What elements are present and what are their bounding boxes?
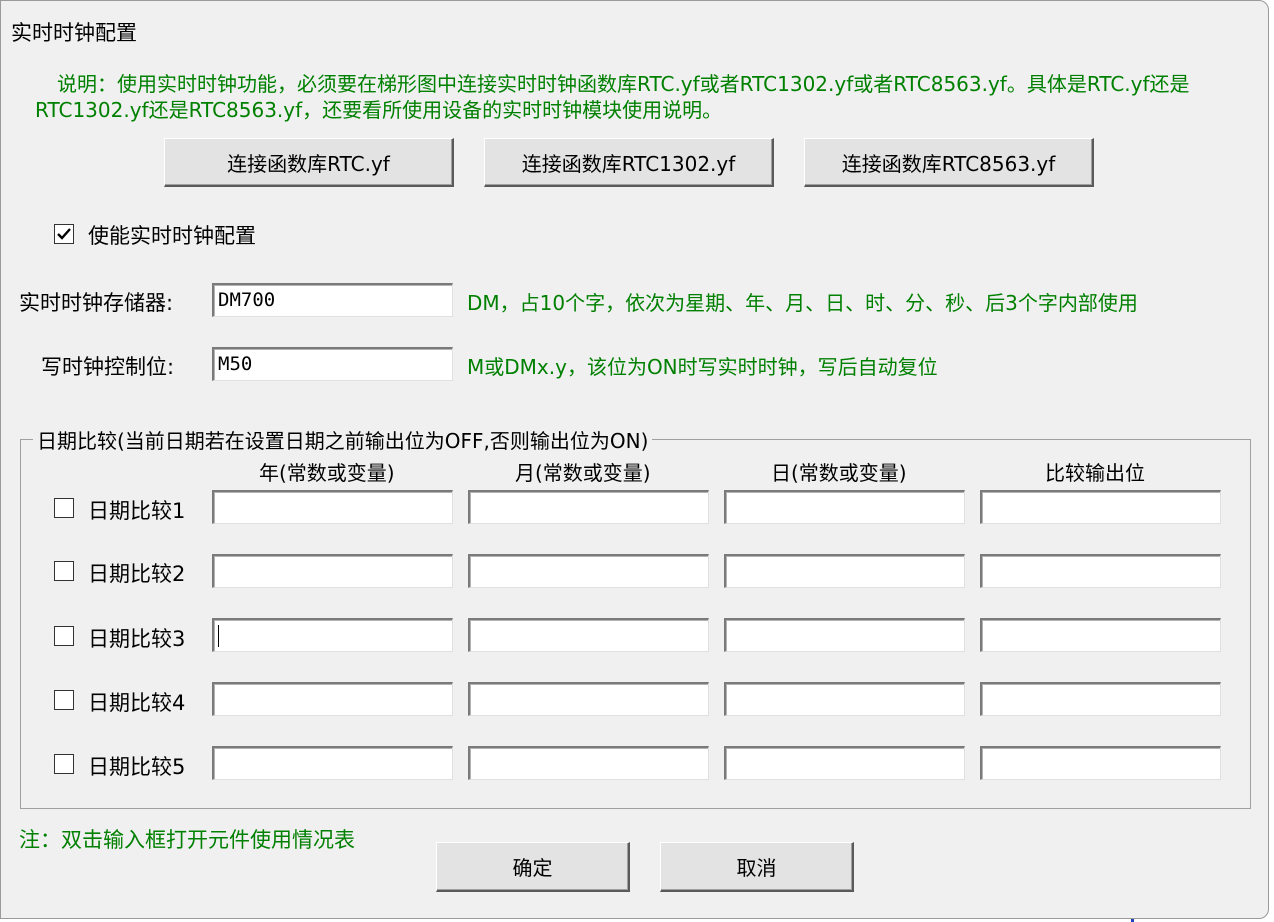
write-control-input[interactable]: M50 bbox=[212, 347, 453, 381]
cancel-button[interactable]: 取消 bbox=[660, 842, 854, 892]
date-compare-5-label: 日期比较5 bbox=[88, 755, 186, 779]
date-compare-2-checkbox[interactable] bbox=[54, 561, 74, 581]
date-compare-3-month-input[interactable] bbox=[468, 618, 709, 652]
date-compare-2-year-input[interactable] bbox=[212, 554, 453, 588]
date-compare-5-year-input[interactable] bbox=[212, 746, 453, 780]
date-compare-2-label: 日期比较2 bbox=[88, 562, 186, 586]
write-control-hint: M或DMx.y，该位为ON时写实时时钟，写后自动复位 bbox=[467, 355, 938, 379]
column-header-year: 年(常数或变量) bbox=[259, 461, 395, 485]
rtc-storage-hint: DM，占10个字，依次为星期、年、月、日、时、分、秒、后3个字内部使用 bbox=[467, 291, 1138, 315]
column-header-output: 比较输出位 bbox=[1045, 461, 1145, 485]
link-rtc8563-library-button[interactable]: 连接函数库RTC8563.yf bbox=[804, 138, 1094, 187]
date-compare-1-month-input[interactable] bbox=[468, 490, 709, 524]
rtc-storage-label: 实时时钟存储器: bbox=[19, 291, 174, 315]
date-compare-4-day-input[interactable] bbox=[724, 682, 965, 716]
enable-rtc-label: 使能实时时钟配置 bbox=[88, 224, 256, 248]
date-compare-5-output-input[interactable] bbox=[980, 746, 1221, 780]
date-compare-1-output-input[interactable] bbox=[980, 490, 1221, 524]
date-compare-4-month-input[interactable] bbox=[468, 682, 709, 716]
date-compare-4-checkbox[interactable] bbox=[54, 690, 74, 710]
date-compare-3-day-input[interactable] bbox=[724, 618, 965, 652]
date-compare-1-year-input[interactable] bbox=[212, 490, 453, 524]
date-compare-3-label: 日期比较3 bbox=[88, 627, 186, 651]
date-compare-1-checkbox[interactable] bbox=[54, 498, 74, 518]
write-control-label: 写时钟控制位: bbox=[41, 355, 175, 379]
link-rtc1302-library-button[interactable]: 连接函数库RTC1302.yf bbox=[484, 138, 774, 187]
date-compare-3-checkbox[interactable] bbox=[54, 626, 74, 646]
date-compare-2-day-input[interactable] bbox=[724, 554, 965, 588]
checkmark-icon bbox=[57, 228, 71, 240]
date-compare-5-day-input[interactable] bbox=[724, 746, 965, 780]
footer-note: 注：双击输入框打开元件使用情况表 bbox=[19, 828, 355, 852]
date-compare-4-output-input[interactable] bbox=[980, 682, 1221, 716]
column-header-month: 月(常数或变量) bbox=[515, 461, 651, 485]
ok-button[interactable]: 确定 bbox=[436, 842, 630, 892]
date-compare-1-day-input[interactable] bbox=[724, 490, 965, 524]
enable-rtc-checkbox[interactable] bbox=[54, 224, 74, 244]
date-compare-4-year-input[interactable] bbox=[212, 682, 453, 716]
date-compare-2-output-input[interactable] bbox=[980, 554, 1221, 588]
usage-note: 说明：使用实时时钟功能，必须要在梯形图中连接实时时钟函数库RTC.yf或者RTC… bbox=[35, 72, 1190, 122]
date-compare-2-month-input[interactable] bbox=[468, 554, 709, 588]
date-compare-group-title: 日期比较(当前日期若在设置日期之前输出位为OFF,否则输出位为ON) bbox=[33, 425, 653, 454]
date-compare-4-label: 日期比较4 bbox=[88, 691, 186, 715]
date-compare-5-month-input[interactable] bbox=[468, 746, 709, 780]
date-compare-1-label: 日期比较1 bbox=[88, 499, 186, 523]
text-caret bbox=[218, 624, 219, 647]
date-compare-5-checkbox[interactable] bbox=[54, 754, 74, 774]
rtc-config-dialog: 实时时钟配置 说明：使用实时时钟功能，必须要在梯形图中连接实时时钟函数库RTC.… bbox=[0, 0, 1269, 919]
dialog-title: 实时时钟配置 bbox=[11, 21, 137, 45]
rtc-storage-input[interactable]: DM700 bbox=[212, 283, 453, 317]
column-header-day: 日(常数或变量) bbox=[771, 461, 907, 485]
date-compare-3-output-input[interactable] bbox=[980, 618, 1221, 652]
link-rtc-library-button[interactable]: 连接函数库RTC.yf bbox=[164, 138, 454, 187]
date-compare-3-year-input[interactable] bbox=[212, 618, 453, 652]
